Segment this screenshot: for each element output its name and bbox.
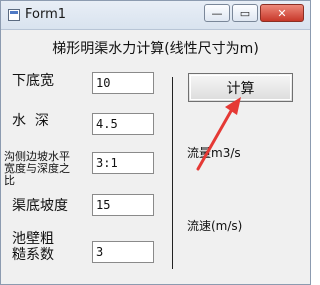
flow-rate-label: 流量m3/s <box>187 146 241 160</box>
restore-button[interactable]: ▭ <box>232 4 258 22</box>
water-depth-label: 水 深 <box>12 113 49 129</box>
roughness-label: 池壁粗 糙系数 <box>12 231 54 263</box>
restore-icon: ▭ <box>239 6 251 20</box>
app-icon[interactable] <box>8 9 20 21</box>
form-heading: 梯形明渠水力计算(线性尺寸为m) <box>52 41 259 57</box>
side-slope-label: 沟侧边坡水平 宽度与深度之 比 <box>4 151 70 187</box>
side-slope-label-line3: 比 <box>4 174 15 187</box>
form1-window: Form1 — ▭ ✕ 梯形明渠水力计算(线性尺寸为m) 下底宽 10 水 深 … <box>0 0 311 285</box>
window-title: Form1 <box>25 7 67 22</box>
water-depth-input[interactable]: 4.5 <box>92 113 154 135</box>
window-controls: — ▭ ✕ <box>204 4 304 22</box>
roughness-label-line2: 糙系数 <box>12 247 54 264</box>
close-button[interactable]: ✕ <box>260 4 304 22</box>
minimize-icon: — <box>211 6 223 20</box>
close-icon: ✕ <box>277 6 287 20</box>
divider-line <box>172 77 173 269</box>
bed-slope-input[interactable]: 15 <box>92 194 154 216</box>
side-slope-input[interactable]: 3:1 <box>92 152 154 174</box>
title-bar[interactable]: Form1 — ▭ ✕ <box>1 1 310 30</box>
roughness-input[interactable]: 3 <box>92 241 154 263</box>
roughness-label-line1: 池壁粗 <box>12 231 54 247</box>
velocity-label: 流速(m/s) <box>187 219 243 233</box>
minimize-button[interactable]: — <box>204 4 230 22</box>
bottom-width-label: 下底宽 <box>12 73 54 89</box>
bed-slope-label: 渠底坡度 <box>12 198 68 214</box>
bottom-width-input[interactable]: 10 <box>92 72 154 94</box>
calculate-button[interactable]: 计算 <box>188 73 293 102</box>
